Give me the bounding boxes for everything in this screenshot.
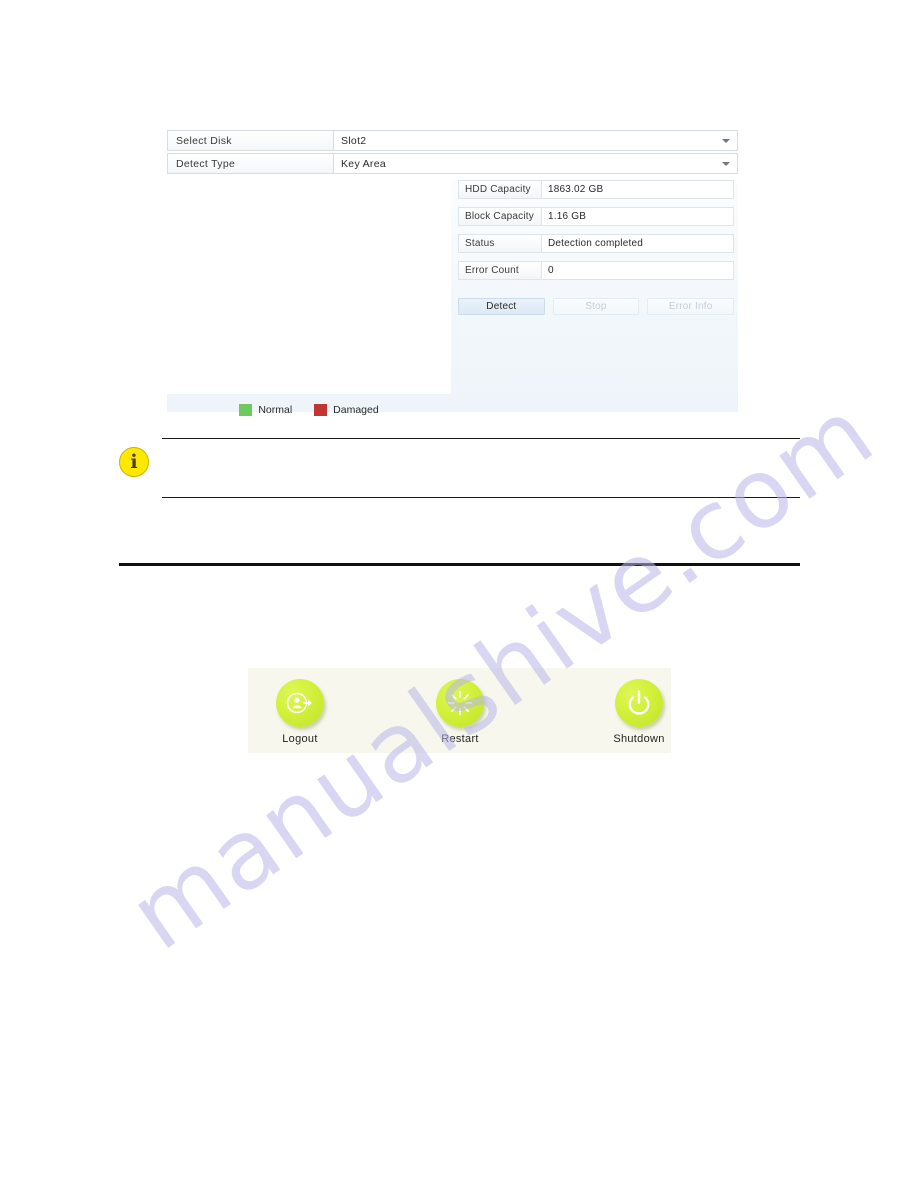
dialog-button-row: Detect Stop Error Info	[458, 298, 735, 315]
status-label: Status	[458, 234, 542, 253]
note-body	[162, 438, 800, 498]
disk-sector-map[interactable]	[167, 180, 451, 394]
note-callout: i	[119, 438, 800, 500]
table-row: HDD Capacity 1863.02 GB	[458, 180, 734, 199]
detect-button[interactable]: Detect	[458, 298, 545, 315]
hdd-detect-dialog: Select Disk Slot2 Detect Type Key Area H…	[167, 130, 738, 416]
legend-item-normal: Normal	[239, 404, 292, 416]
shutdown-label: Shutdown	[613, 733, 665, 745]
detect-type-row: Detect Type Key Area	[167, 153, 738, 174]
logout-label: Logout	[282, 733, 318, 745]
restart-label: Restart	[441, 733, 479, 745]
info-icon: i	[119, 447, 149, 477]
detect-type-dropdown[interactable]: Key Area	[334, 153, 738, 174]
shutdown-button[interactable]	[615, 679, 663, 727]
disk-info-table: HDD Capacity 1863.02 GB Block Capacity 1…	[458, 180, 734, 288]
section-divider	[119, 563, 800, 566]
logout-icon	[286, 692, 312, 714]
hdd-capacity-label: HDD Capacity	[458, 180, 542, 199]
restart-button[interactable]	[436, 679, 484, 727]
select-disk-label: Select Disk	[167, 130, 334, 151]
detect-type-label: Detect Type	[167, 153, 334, 174]
note-text	[162, 439, 800, 451]
select-disk-row: Select Disk Slot2	[167, 130, 738, 151]
shutdown-menu-item[interactable]: Shutdown	[591, 679, 687, 745]
hdd-capacity-value: 1863.02 GB	[542, 180, 734, 199]
table-row: Error Count 0	[458, 261, 734, 280]
error-count-label: Error Count	[458, 261, 542, 280]
logout-menu-item[interactable]: Logout	[252, 679, 348, 745]
restart-menu-item[interactable]: Restart	[412, 679, 508, 745]
damaged-swatch-icon	[314, 404, 328, 416]
select-disk-dropdown[interactable]: Slot2	[334, 130, 738, 151]
block-capacity-label: Block Capacity	[458, 207, 542, 226]
shutdown-menu-panel: Logout Restart Shutdown	[248, 668, 671, 753]
error-info-button[interactable]: Error Info	[647, 298, 735, 315]
stop-button[interactable]: Stop	[552, 298, 640, 315]
normal-swatch-icon	[239, 404, 253, 416]
status-value: Detection completed	[542, 234, 734, 253]
power-icon	[628, 690, 650, 715]
table-row: Status Detection completed	[458, 234, 734, 253]
detect-type-value: Key Area	[341, 157, 387, 170]
table-row: Block Capacity 1.16 GB	[458, 207, 734, 226]
logout-button[interactable]	[276, 679, 324, 727]
dialog-body: HDD Capacity 1863.02 GB Block Capacity 1…	[167, 180, 738, 416]
chevron-down-icon	[722, 138, 730, 143]
chevron-down-icon	[722, 161, 730, 166]
error-count-value: 0	[542, 261, 734, 280]
legend-label-normal: Normal	[258, 404, 293, 416]
legend-label-damaged: Damaged	[333, 404, 379, 416]
select-disk-value: Slot2	[341, 134, 367, 147]
restart-icon	[447, 690, 473, 716]
grid-legend: Normal Damaged	[167, 402, 451, 418]
block-capacity-value: 1.16 GB	[542, 207, 734, 226]
legend-item-damaged: Damaged	[314, 404, 379, 416]
